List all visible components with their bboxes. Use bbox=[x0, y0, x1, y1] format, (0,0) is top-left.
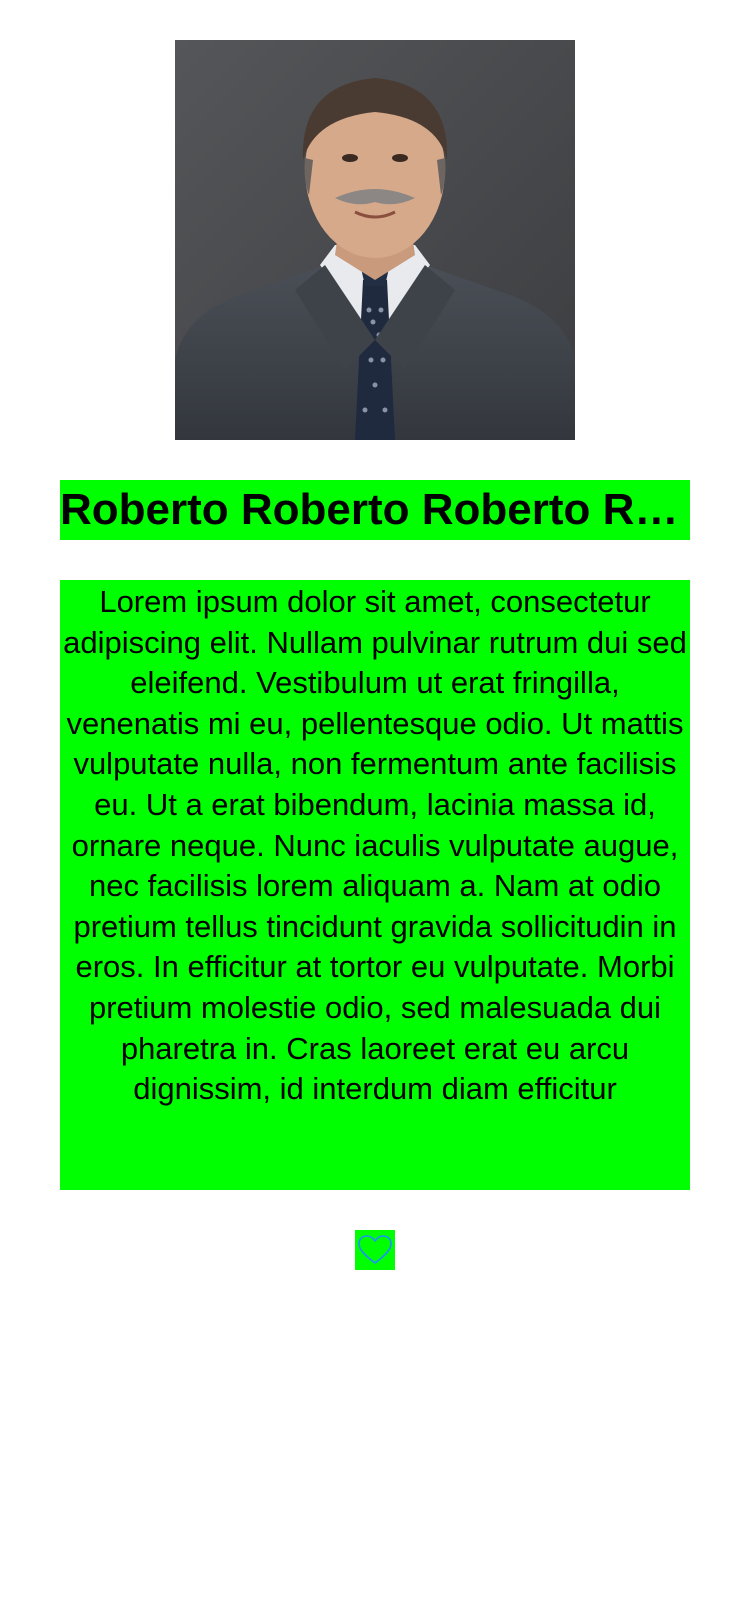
like-button[interactable] bbox=[355, 1230, 395, 1270]
heart-outline-icon bbox=[358, 1235, 392, 1264]
profile-bio: Lorem ipsum dolor sit amet, consectetur … bbox=[60, 580, 690, 1190]
profile-screen: Roberto Roberto Roberto Roberto Lorem ip… bbox=[0, 0, 750, 1624]
profile-name: Roberto Roberto Roberto Roberto bbox=[60, 480, 690, 540]
profile-photo bbox=[175, 40, 575, 440]
person-portrait-image bbox=[175, 40, 575, 440]
